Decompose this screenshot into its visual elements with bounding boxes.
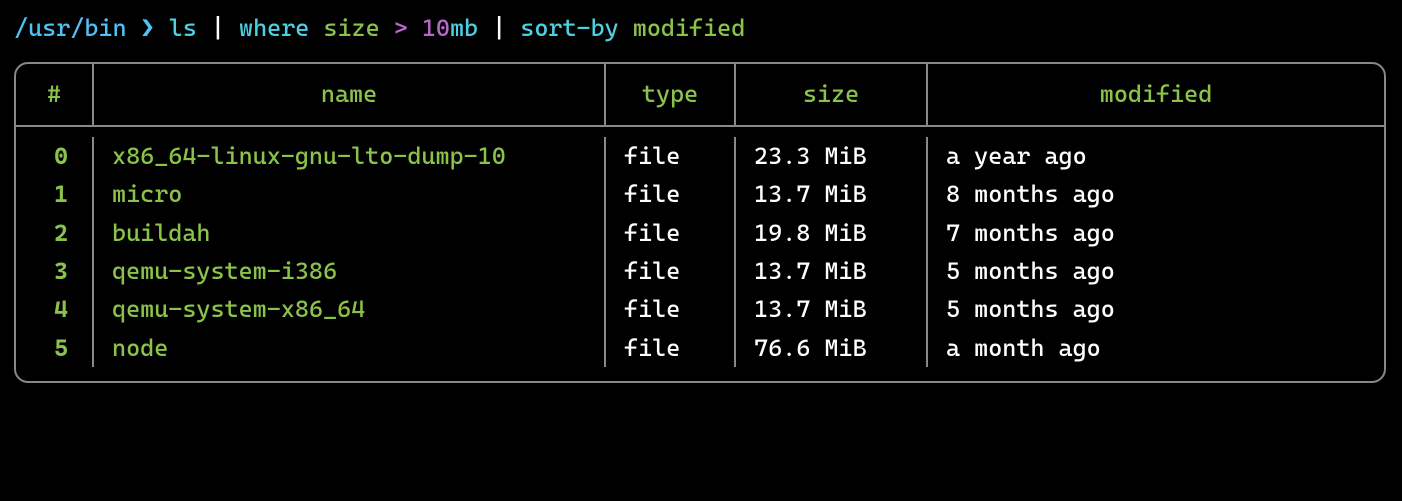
header-name: name xyxy=(94,64,606,124)
cell-name: qemu-system-x86_64 xyxy=(94,290,606,328)
cell-type: file xyxy=(606,214,736,252)
cell-name: qemu-system-i386 xyxy=(94,252,606,290)
cell-modified: a year ago xyxy=(928,137,1384,175)
table-row: 0x86_64-linux-gnu-lto-dump-10file23.3 Mi… xyxy=(16,137,1384,175)
header-modified: modified xyxy=(928,64,1384,124)
cell-size: 76.6 MiB xyxy=(736,329,928,367)
cell-index: 2 xyxy=(16,214,94,252)
cmd-token: size xyxy=(323,14,379,42)
cell-index: 5 xyxy=(16,329,94,367)
cmd-token: modified xyxy=(633,14,746,42)
cmd-token: > xyxy=(394,14,408,42)
cmd-token: ls xyxy=(169,14,197,42)
cmd-token xyxy=(619,14,633,42)
cell-size: 23.3 MiB xyxy=(736,137,928,175)
cell-modified: a month ago xyxy=(928,329,1384,367)
cmd-token xyxy=(309,14,323,42)
cell-type: file xyxy=(606,175,736,213)
cmd-token: | xyxy=(478,14,520,42)
cmd-token: 10 xyxy=(422,14,450,42)
cmd-token: where xyxy=(239,14,309,42)
cell-index: 4 xyxy=(16,290,94,328)
cell-type: file xyxy=(606,137,736,175)
table-row: 4qemu-system-x86_64file13.7 MiB5 months … xyxy=(16,290,1384,328)
cell-index: 3 xyxy=(16,252,94,290)
table-body: 0x86_64-linux-gnu-lto-dump-10file23.3 Mi… xyxy=(16,127,1384,381)
cell-modified: 5 months ago xyxy=(928,290,1384,328)
output-table: # name type size modified 0x86_64-linux-… xyxy=(14,62,1386,383)
cmd-token: | xyxy=(197,14,239,42)
cmd-token: sort-by xyxy=(520,14,618,42)
cell-modified: 8 months ago xyxy=(928,175,1384,213)
cell-name: buildah xyxy=(94,214,606,252)
table-row: 3qemu-system-i386file13.7 MiB5 months ag… xyxy=(16,252,1384,290)
header-index: # xyxy=(16,64,94,124)
table-row: 2buildahfile19.8 MiB7 months ago xyxy=(16,214,1384,252)
cmd-token: mb xyxy=(450,14,478,42)
cell-size: 19.8 MiB xyxy=(736,214,928,252)
header-size: size xyxy=(736,64,928,124)
prompt-path: /usr/bin xyxy=(14,14,127,42)
cell-type: file xyxy=(606,252,736,290)
cell-name: node xyxy=(94,329,606,367)
cell-name: x86_64-linux-gnu-lto-dump-10 xyxy=(94,137,606,175)
command-input[interactable]: ls | where size > 10mb | sort-by modifie… xyxy=(169,14,746,42)
prompt-separator-icon: ❯ xyxy=(127,14,169,42)
cell-size: 13.7 MiB xyxy=(736,175,928,213)
command-prompt[interactable]: /usr/bin ❯ ls | where size > 10mb | sort… xyxy=(14,12,1388,44)
table-row: 5nodefile76.6 MiBa month ago xyxy=(16,329,1384,367)
table-header-row: # name type size modified xyxy=(16,64,1384,126)
cell-index: 0 xyxy=(16,137,94,175)
cell-type: file xyxy=(606,329,736,367)
cmd-token xyxy=(380,14,394,42)
cell-name: micro xyxy=(94,175,606,213)
cell-size: 13.7 MiB xyxy=(736,290,928,328)
cmd-token xyxy=(408,14,422,42)
header-type: type xyxy=(606,64,736,124)
cell-type: file xyxy=(606,290,736,328)
cell-modified: 5 months ago xyxy=(928,252,1384,290)
cell-size: 13.7 MiB xyxy=(736,252,928,290)
cell-index: 1 xyxy=(16,175,94,213)
table-row: 1microfile13.7 MiB8 months ago xyxy=(16,175,1384,213)
cell-modified: 7 months ago xyxy=(928,214,1384,252)
